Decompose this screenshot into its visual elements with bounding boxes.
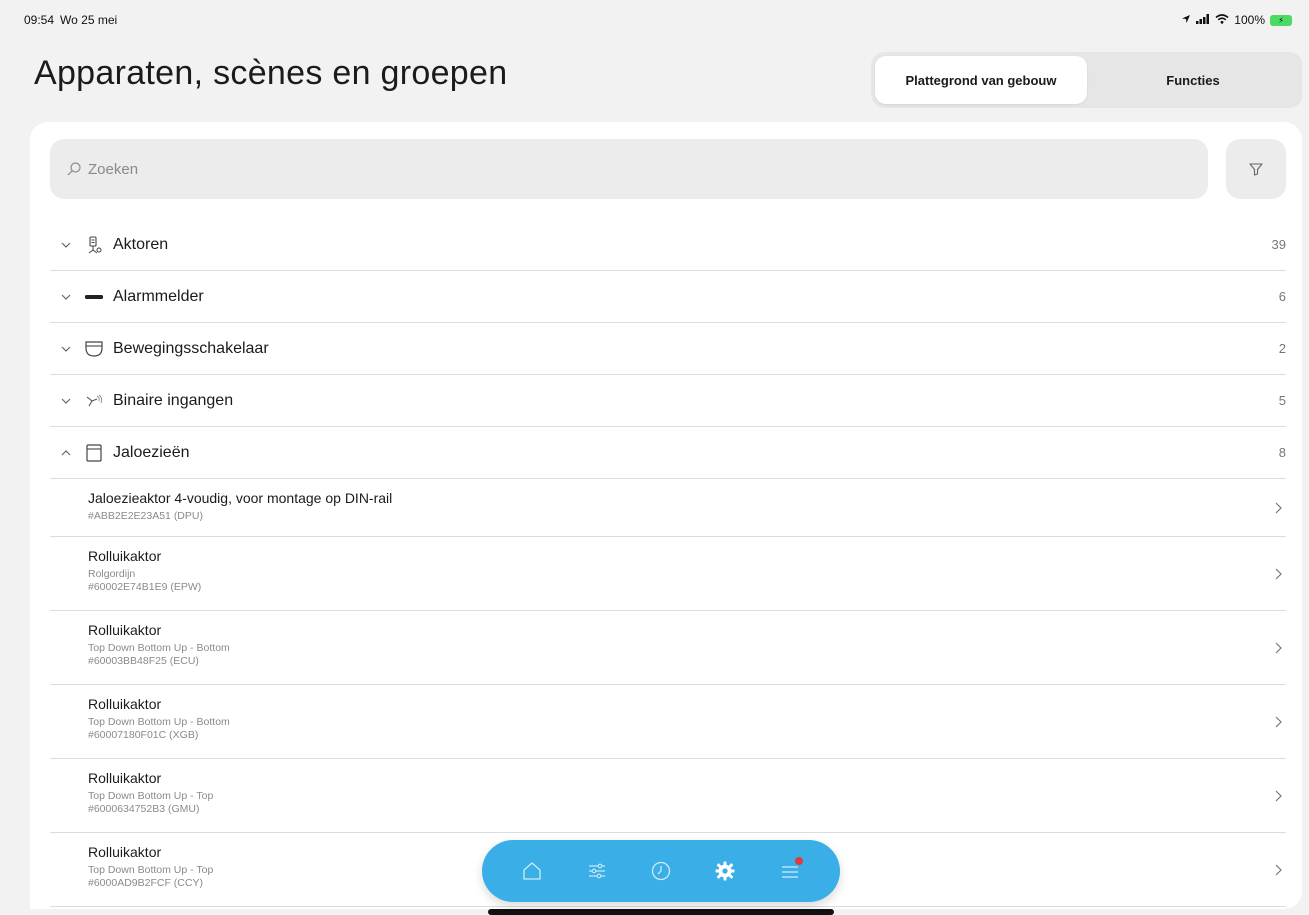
group-row-binaire-ingangen[interactable]: Binaire ingangen 5 <box>50 375 1286 427</box>
search-input[interactable]: Zoeken <box>50 139 1208 199</box>
group-row-jaloezieen[interactable]: Jaloezieën 8 <box>50 427 1286 479</box>
item-subtitle: Top Down Bottom Up - Bottom <box>88 716 230 728</box>
group-label: Aktoren <box>113 235 169 253</box>
item-subtitle: Top Down Bottom Up - Bottom <box>88 642 230 654</box>
chevron-right-icon <box>1275 568 1282 579</box>
group-label: Binaire ingangen <box>113 391 234 409</box>
item-id: #60007180F01C (XGB) <box>88 729 199 741</box>
signal-icon <box>1196 13 1210 27</box>
group-count: 2 <box>1278 341 1286 356</box>
filter-button[interactable] <box>1226 139 1286 199</box>
clock-icon <box>651 861 671 881</box>
item-title: Rolluikaktor <box>88 548 162 564</box>
item-title: Rolluikaktor <box>88 770 162 786</box>
group-count: 6 <box>1278 289 1286 304</box>
battery-percent: 100% <box>1234 13 1265 27</box>
segment-building-plan[interactable]: Plattegrond van gebouw <box>875 56 1087 104</box>
list-item[interactable]: Rolluikaktor Top Down Bottom Up - Top #6… <box>50 759 1286 833</box>
group-count: 8 <box>1278 445 1286 460</box>
chevron-down-icon <box>61 294 71 300</box>
battery-icon: ⚡ <box>1270 14 1292 26</box>
item-id: #ABB2E2E23A51 (DPU) <box>88 510 203 522</box>
item-id: #60003BB48F25 (ECU) <box>88 655 199 667</box>
tab-home[interactable] <box>517 856 547 886</box>
list-item[interactable]: Rolluikaktor Top Down Bottom Up - Bottom… <box>50 685 1286 759</box>
gear-icon <box>715 861 735 881</box>
item-id: #60002E74B1E9 (EPW) <box>88 581 202 593</box>
chevron-down-icon <box>61 346 71 352</box>
chevron-up-icon <box>61 449 71 455</box>
item-subtitle: Rolgordijn <box>88 568 136 580</box>
group-count: 39 <box>1271 237 1286 252</box>
bottom-tab-bar <box>482 840 840 902</box>
page-title: Apparaten, scènes en groepen <box>34 54 508 92</box>
alarm-icon <box>85 294 103 299</box>
chevron-right-icon <box>1275 790 1282 801</box>
chevron-right-icon <box>1275 864 1282 875</box>
list-item[interactable]: Jaloezieaktor 4-voudig, voor montage op … <box>50 479 1286 537</box>
home-icon <box>523 862 541 880</box>
tab-timer[interactable] <box>646 856 676 886</box>
chevron-down-icon <box>61 242 71 248</box>
sliders-icon <box>588 863 605 879</box>
binary-input-icon <box>86 394 103 406</box>
item-title: Rolluikaktor <box>88 696 162 712</box>
view-switcher: Plattegrond van gebouw Functies <box>871 52 1302 108</box>
item-subtitle: Top Down Bottom Up - Top <box>88 790 214 802</box>
group-label: Alarmmelder <box>113 287 204 305</box>
search-placeholder: Zoeken <box>88 160 139 178</box>
chevron-down-icon <box>61 398 71 404</box>
location-icon <box>1181 13 1191 27</box>
chevron-right-icon <box>1275 642 1282 653</box>
notification-badge <box>794 857 803 865</box>
app-window: 09:54 Wo 25 mei 100% ⚡ Apparaten, scènes… <box>8 6 1302 909</box>
status-time: 09:54 <box>24 13 55 27</box>
blind-icon <box>86 443 102 462</box>
tab-controls[interactable] <box>582 856 612 886</box>
status-date: Wo 25 mei <box>60 13 118 27</box>
search-icon <box>67 162 81 176</box>
filter-icon <box>1249 163 1263 176</box>
chevron-right-icon <box>1275 502 1282 513</box>
segment-functions[interactable]: Functies <box>1087 56 1299 104</box>
group-row-aktoren[interactable]: Aktoren 39 <box>50 219 1286 271</box>
actuator-icon <box>88 235 102 253</box>
motion-icon <box>85 340 103 357</box>
group-label: Bewegingsschakelaar <box>113 339 269 357</box>
list-item[interactable]: Rolluikaktor Top Down Bottom Up - Bottom… <box>50 611 1286 685</box>
group-label: Jaloezieën <box>113 443 190 461</box>
group-count: 5 <box>1278 393 1286 408</box>
group-list: Aktoren 39 Alarmmelder 6 Bewegingsschake… <box>50 219 1286 907</box>
tab-menu[interactable] <box>775 856 805 886</box>
chevron-right-icon <box>1275 716 1282 727</box>
wifi-icon <box>1215 13 1229 27</box>
group-row-bewegingsschakelaar[interactable]: Bewegingsschakelaar 2 <box>50 323 1286 375</box>
list-item[interactable]: Rolluikaktor Rolgordijn #60002E74B1E9 (E… <box>50 537 1286 611</box>
item-title: Jaloezieaktor 4-voudig, voor montage op … <box>88 490 393 506</box>
item-title: Rolluikaktor <box>88 622 162 638</box>
device-list-panel: Zoeken Aktoren 39 Alarmmelder 6 Beweging… <box>30 122 1302 909</box>
tab-settings[interactable] <box>710 856 740 886</box>
item-id: #6000634752B3 (GMU) <box>88 803 200 815</box>
home-indicator <box>488 909 834 915</box>
group-row-alarmmelder[interactable]: Alarmmelder 6 <box>50 271 1286 323</box>
status-bar: 09:54 Wo 25 mei 100% ⚡ <box>16 10 1296 30</box>
